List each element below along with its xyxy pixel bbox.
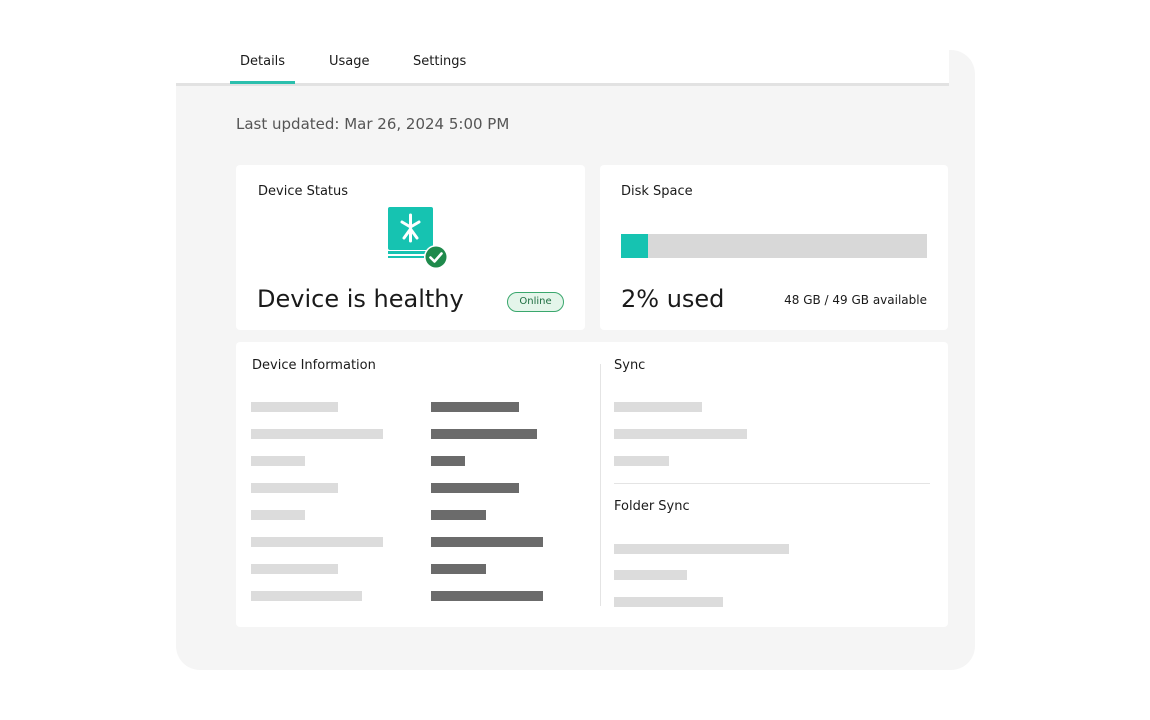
info-label-placeholder [251, 429, 383, 439]
info-label-placeholder [251, 456, 305, 466]
device-healthy-icon [388, 207, 448, 269]
tab-settings[interactable]: Settings [413, 54, 466, 69]
info-value-placeholder [431, 591, 543, 601]
disk-space-card: Disk Space 2% used 48 GB / 49 GB availab… [600, 165, 948, 330]
info-value-placeholder [431, 483, 519, 493]
tab-details[interactable]: Details [229, 54, 296, 84]
info-label-placeholder [251, 402, 338, 412]
device-status-title: Device Status [258, 184, 349, 199]
device-information-title: Device Information [252, 358, 376, 373]
sync-placeholder [614, 402, 702, 412]
sync-placeholder [614, 429, 747, 439]
online-status-badge: Online [507, 292, 564, 312]
sync-placeholder [614, 456, 669, 466]
last-updated-text: Last updated: Mar 26, 2024 5:00 PM [236, 115, 510, 133]
info-label-placeholder [251, 510, 305, 520]
sync-divider [614, 483, 930, 484]
disk-usage-fill [621, 234, 648, 258]
info-value-placeholder [431, 429, 537, 439]
disk-usage-bar [621, 234, 927, 258]
device-health-headline: Device is healthy [257, 285, 464, 313]
info-label-placeholder [251, 537, 383, 547]
info-value-placeholder [431, 402, 519, 412]
info-value-placeholder [431, 510, 486, 520]
folder-sync-placeholder [614, 597, 723, 607]
info-label-placeholder [251, 483, 338, 493]
folder-sync-title: Folder Sync [614, 499, 690, 514]
device-information-card: Device Information Sync Folder Sync [236, 342, 948, 627]
info-value-placeholder [431, 564, 486, 574]
sync-title: Sync [614, 358, 646, 373]
disk-available-label: 48 GB / 49 GB available [784, 293, 927, 307]
disk-space-title: Disk Space [621, 184, 693, 199]
info-value-placeholder [431, 456, 465, 466]
section-divider [600, 364, 601, 606]
info-label-placeholder [251, 591, 362, 601]
info-value-placeholder [431, 537, 543, 547]
disk-used-label: 2% used [621, 285, 725, 313]
folder-sync-placeholder [614, 570, 687, 580]
folder-sync-placeholder [614, 544, 789, 554]
device-status-card: Device Status Device is healthy Online [236, 165, 585, 330]
tab-bar [176, 0, 949, 85]
info-label-placeholder [251, 564, 338, 574]
tab-usage[interactable]: Usage [329, 54, 370, 69]
